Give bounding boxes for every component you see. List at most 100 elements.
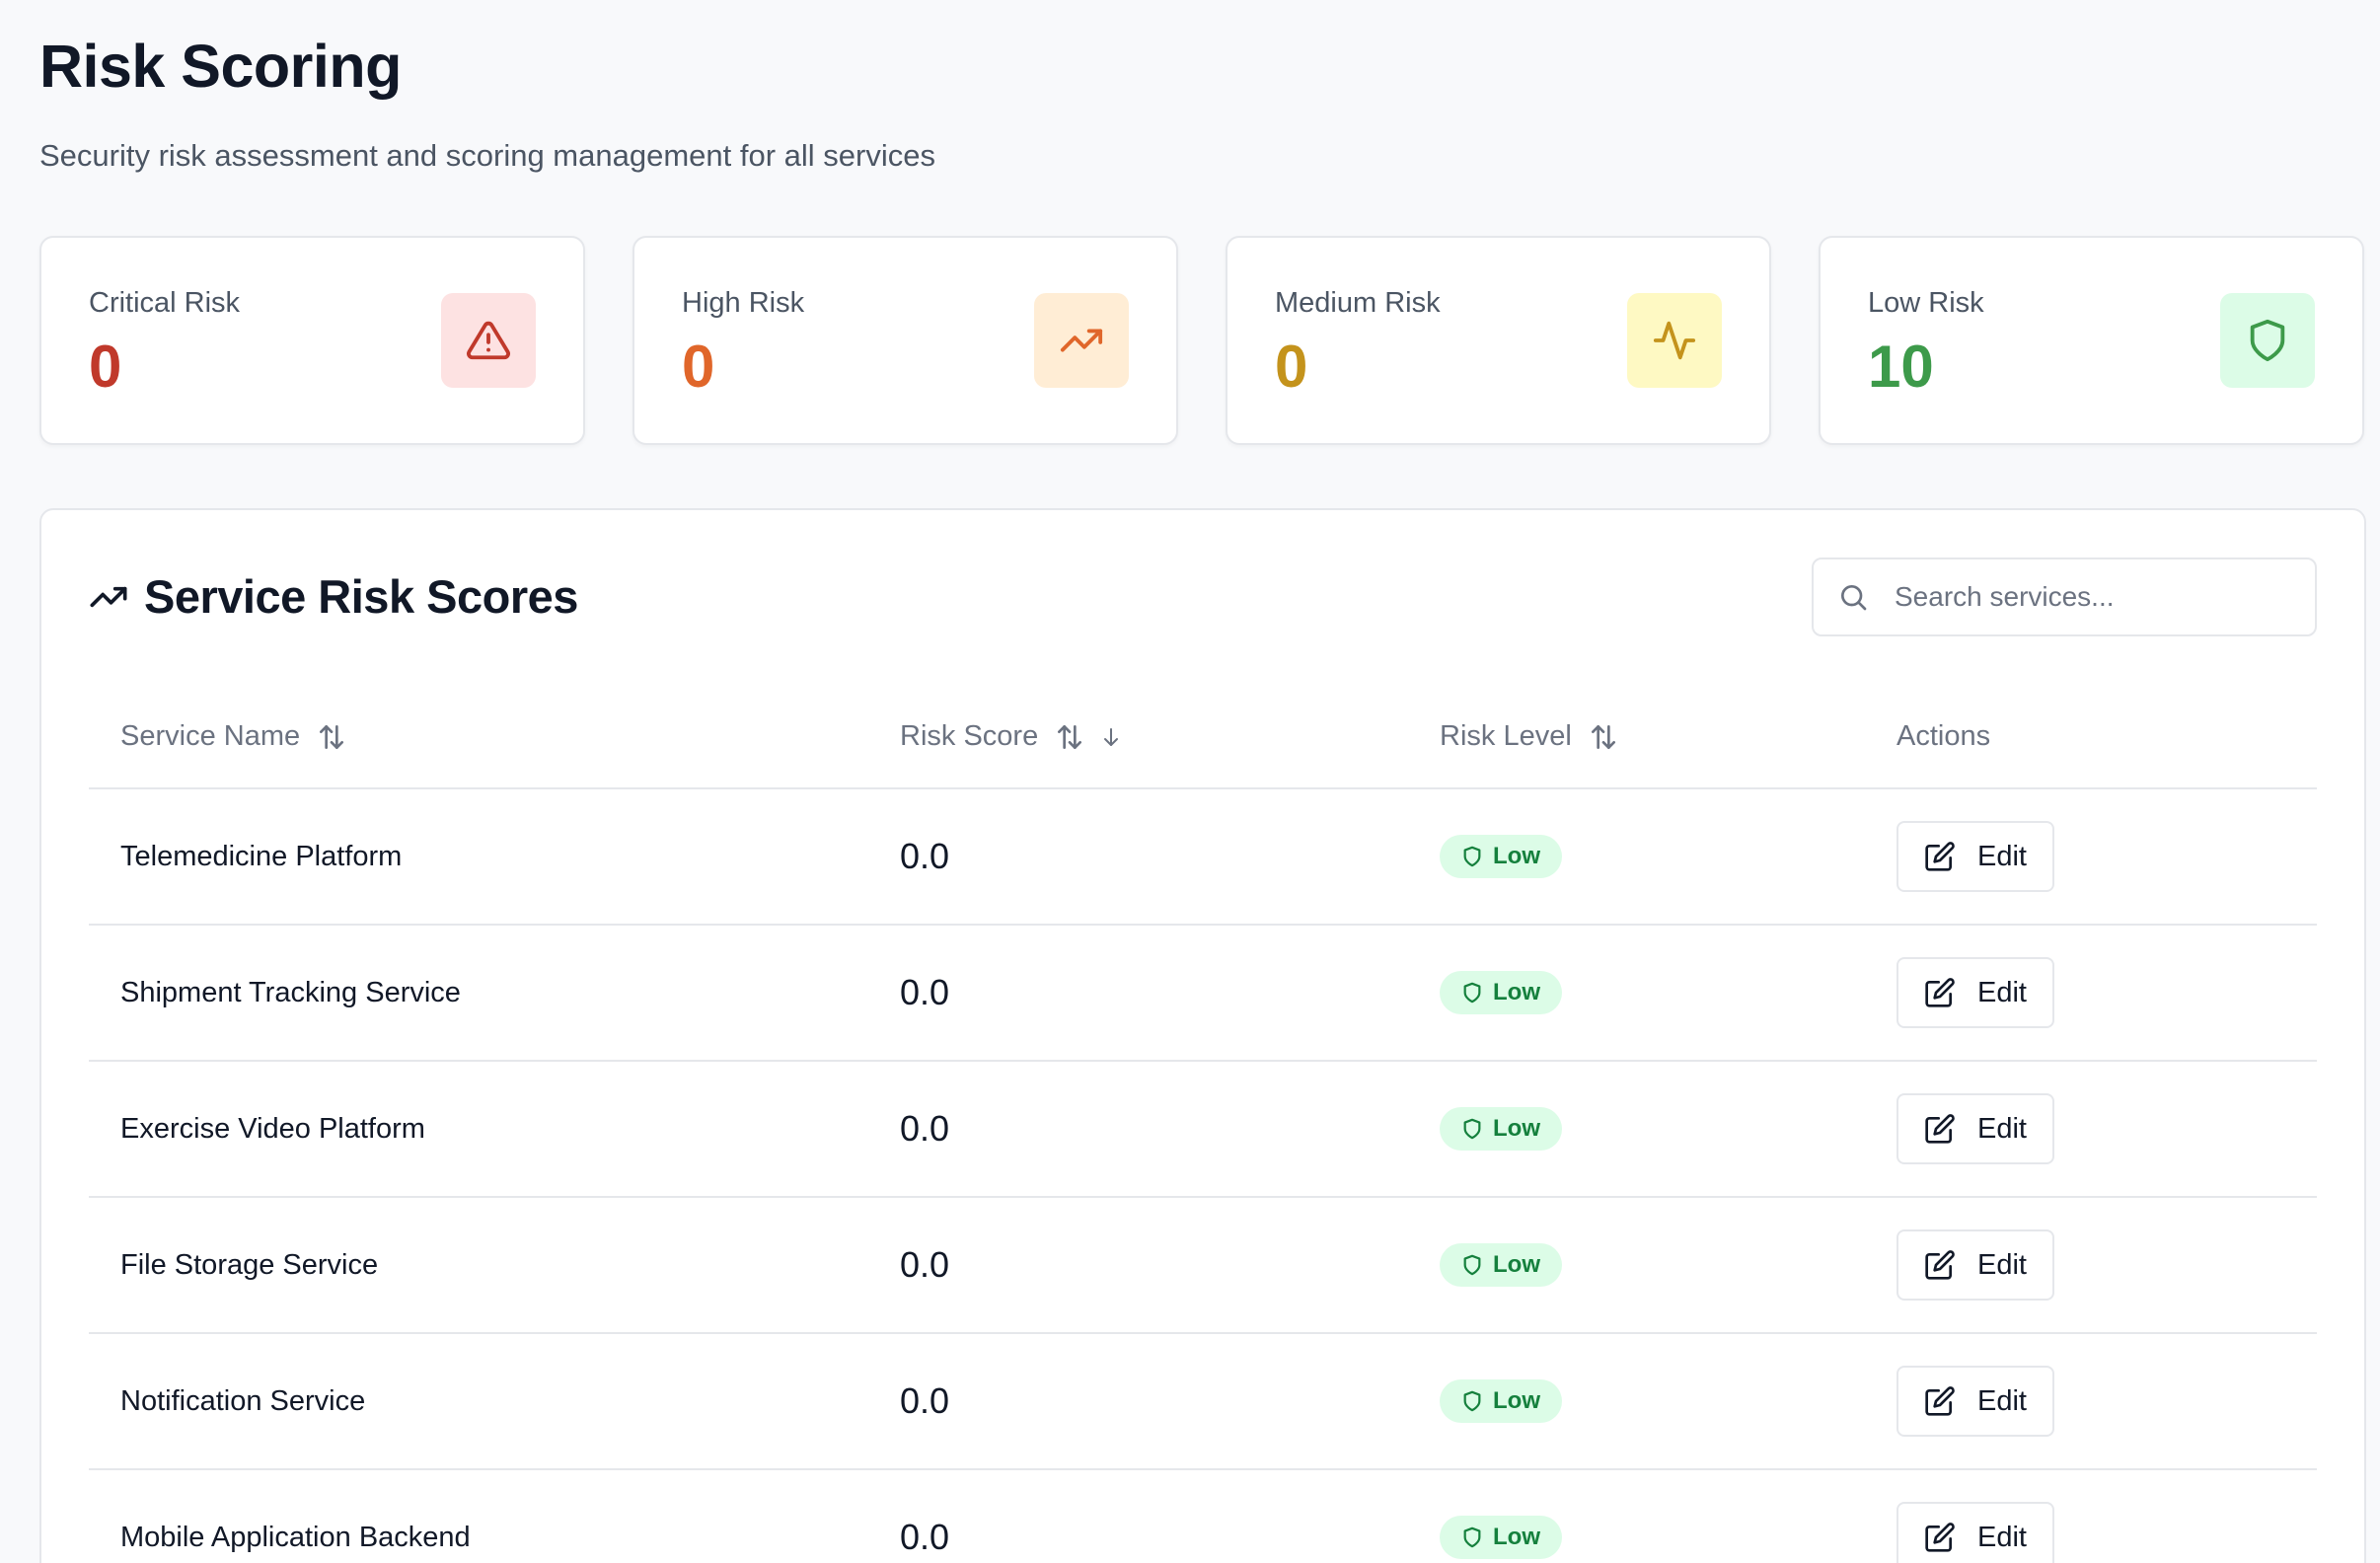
risk-score-cell: 0.0 (868, 1469, 1408, 1563)
panel-header: Service Risk Scores (89, 510, 2317, 704)
column-header-actions: Actions (1865, 704, 2317, 789)
edit-button-label: Edit (1977, 976, 2027, 1008)
stat-card-critical: Critical Risk 0 (39, 236, 585, 445)
edit-button-label: Edit (1977, 840, 2027, 872)
sort-icon[interactable] (1054, 721, 1085, 753)
shield-icon (1463, 846, 1481, 867)
edit-icon (1925, 978, 1955, 1007)
search-input[interactable] (1895, 581, 2289, 613)
sort-icon[interactable] (1588, 721, 1619, 753)
edit-icon (1925, 842, 1955, 871)
risk-level-label: Low (1493, 1115, 1540, 1142)
edit-icon (1925, 1523, 1955, 1552)
column-header-service-name[interactable]: Service Name (89, 704, 868, 789)
edit-button[interactable]: Edit (1897, 957, 2054, 1028)
risk-score-cell: 0.0 (868, 788, 1408, 926)
activity-icon (1653, 321, 1696, 360)
risk-score-cell: 0.0 (868, 925, 1408, 1062)
edit-button-label: Edit (1977, 1521, 2027, 1553)
risk-level-label: Low (1493, 1251, 1540, 1278)
table-row: Telemedicine Platform 0.0 Low Edit (89, 788, 2317, 926)
stat-icon-box (441, 293, 536, 388)
arrow-down-icon (1104, 727, 1119, 746)
risk-level-cell: Low (1408, 1197, 1865, 1334)
panel-title-wrap: Service Risk Scores (89, 569, 578, 624)
risk-level-cell: Low (1408, 925, 1865, 1062)
table-row: Notification Service 0.0 Low Edit (89, 1333, 2317, 1470)
table-header-row: Service Name Risk Score Risk Level Actio… (89, 704, 2317, 789)
stat-card-high: High Risk 0 (632, 236, 1178, 445)
risk-level-cell: Low (1408, 1061, 1865, 1198)
service-name-cell: File Storage Service (89, 1197, 868, 1334)
risk-score-cell: 0.0 (868, 1197, 1408, 1334)
column-label: Risk Level (1440, 720, 1572, 752)
service-name-cell: Mobile Application Backend (89, 1469, 868, 1563)
shield-icon (1463, 1254, 1481, 1276)
stat-card-medium: Medium Risk 0 (1226, 236, 1771, 445)
search-icon (1841, 585, 1867, 611)
column-header-risk-level[interactable]: Risk Level (1408, 704, 1865, 789)
risk-level-cell: Low (1408, 1469, 1865, 1563)
risk-level-label: Low (1493, 1524, 1540, 1550)
risk-scoring-page: Risk Scoring Security risk assessment an… (0, 0, 2380, 1563)
trending-up-icon (1060, 329, 1103, 352)
service-name-cell: Telemedicine Platform (89, 788, 868, 926)
risk-level-badge: Low (1440, 1243, 1562, 1287)
service-name-cell: Notification Service (89, 1333, 868, 1470)
service-name-cell: Shipment Tracking Service (89, 925, 868, 1062)
trending-up-icon (90, 586, 127, 607)
shield-icon (1463, 1118, 1481, 1140)
edit-button[interactable]: Edit (1897, 1229, 2054, 1301)
risk-score-cell: 0.0 (868, 1333, 1408, 1470)
actions-cell: Edit (1865, 1333, 2317, 1470)
panel-title: Service Risk Scores (144, 570, 578, 623)
edit-icon (1925, 1114, 1955, 1144)
page-title: Risk Scoring (39, 33, 402, 100)
risk-score-cell: 0.0 (868, 1061, 1408, 1198)
edit-button[interactable]: Edit (1897, 1093, 2054, 1164)
edit-button[interactable]: Edit (1897, 1366, 2054, 1437)
sort-icon[interactable] (316, 721, 347, 753)
edit-button[interactable]: Edit (1897, 821, 2054, 892)
search-box[interactable] (1812, 558, 2317, 636)
table-row: Exercise Video Platform 0.0 Low Edit (89, 1061, 2317, 1198)
risk-table: Service Name Risk Score Risk Level Actio… (89, 704, 2317, 1563)
edit-button[interactable]: Edit (1897, 1502, 2054, 1563)
edit-button-label: Edit (1977, 1248, 2027, 1281)
edit-icon (1925, 1250, 1955, 1280)
service-name-cell: Exercise Video Platform (89, 1061, 868, 1198)
risk-level-badge: Low (1440, 1516, 1562, 1559)
actions-cell: Edit (1865, 788, 2317, 926)
risk-level-badge: Low (1440, 971, 1562, 1014)
risk-level-label: Low (1493, 1387, 1540, 1414)
table-row: File Storage Service 0.0 Low Edit (89, 1197, 2317, 1334)
risk-level-badge: Low (1440, 835, 1562, 878)
shield-icon (1463, 1526, 1481, 1548)
stat-card-low: Low Risk 10 (1819, 236, 2364, 445)
column-label: Risk Score (900, 720, 1039, 752)
column-label: Service Name (120, 720, 301, 752)
shield-icon (1463, 1390, 1481, 1412)
column-label: Actions (1897, 720, 1991, 752)
table-row: Shipment Tracking Service 0.0 Low Edit (89, 925, 2317, 1062)
risk-stats: Critical Risk 0 High Risk 0 Medium Risk … (39, 236, 2366, 445)
page-subtitle: Security risk assessment and scoring man… (39, 138, 935, 173)
shield-icon (2250, 319, 2285, 362)
actions-cell: Edit (1865, 1469, 2317, 1563)
stat-icon-box (2220, 293, 2315, 388)
risk-level-cell: Low (1408, 1333, 1865, 1470)
service-risk-panel: Service Risk Scores Service Name (39, 508, 2366, 1563)
edit-icon (1925, 1386, 1955, 1416)
risk-level-badge: Low (1440, 1379, 1562, 1423)
alert-triangle-icon (467, 321, 510, 360)
risk-level-label: Low (1493, 979, 1540, 1005)
actions-cell: Edit (1865, 1061, 2317, 1198)
actions-cell: Edit (1865, 1197, 2317, 1334)
stat-icon-box (1034, 293, 1129, 388)
actions-cell: Edit (1865, 925, 2317, 1062)
edit-button-label: Edit (1977, 1384, 2027, 1417)
stat-icon-box (1627, 293, 1722, 388)
edit-button-label: Edit (1977, 1112, 2027, 1145)
shield-icon (1463, 982, 1481, 1004)
column-header-risk-score[interactable]: Risk Score (868, 704, 1408, 789)
